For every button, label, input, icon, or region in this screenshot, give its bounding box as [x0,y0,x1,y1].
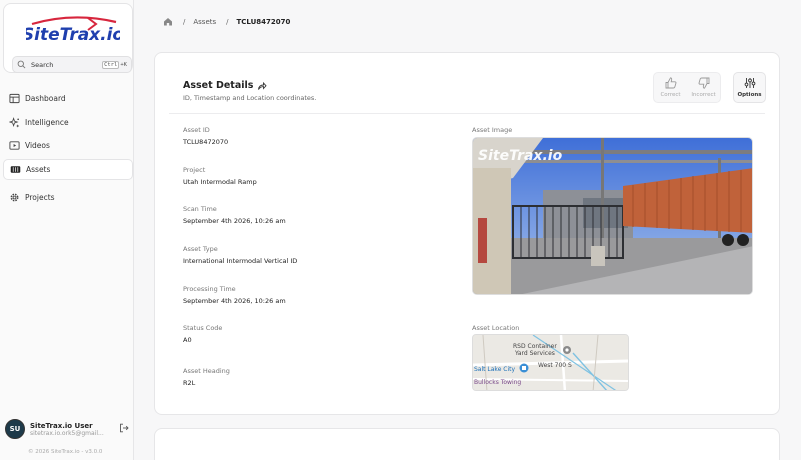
incorrect-button[interactable]: Incorrect [687,73,720,102]
field-value: Utah Intermodal Ramp [183,178,257,186]
map-place-name: RSD Container [513,343,557,350]
asset-image-label: Asset Image [472,126,513,134]
divider [169,113,765,114]
breadcrumb-assets[interactable]: Assets [193,18,216,26]
card-title-text: Asset Details [183,80,254,91]
field-asset-type: Asset Type International Intermodal Vert… [183,245,297,265]
field-label: Processing Time [183,285,236,293]
sidebar-item-label: Intelligence [25,117,69,127]
breadcrumb: / Assets / TCLU8472070 [163,17,290,26]
field-label: Scan Time [183,205,217,213]
map-business: Bullocks Towing [474,379,522,386]
asset-image[interactable]: SiteTrax.io [472,137,753,295]
field-value: R2L [183,379,196,387]
field-scan-time: Scan Time September 4th 2026, 10:26 am [183,205,286,225]
field-project: Project Utah Intermodal Ramp [183,166,257,186]
search-icon [17,60,26,69]
user-email: sitetrax.io.ork5@gmail... [30,429,104,437]
sidebar: SiteTrax.io Search Ctrl +K Dashboard Int… [0,0,134,460]
gear-icon [10,193,19,202]
field-label: Project [183,166,206,174]
sidebar-item-label: Dashboard [25,94,66,103]
thumbs-up-icon [665,77,676,89]
correct-button[interactable]: Correct [654,73,687,102]
breadcrumb-current: TCLU8472070 [236,17,291,26]
search-label: Search [31,60,54,69]
user-info: SiteTrax.io User sitetrax.io.ork5@gmail.… [30,422,106,437]
video-icon [9,141,20,150]
options-button[interactable]: Options [733,72,766,103]
location-map[interactable]: RSD Container Yard Services West 700 S S… [472,334,629,391]
field-processing-time: Processing Time September 4th 2026, 10:2… [183,285,286,305]
logo-box: SiteTrax.io Search Ctrl +K [3,3,133,73]
sidebar-item-videos[interactable]: Videos [3,135,133,156]
map-place-name-2: Yard Services [515,350,555,357]
correct-label: Correct [660,92,681,98]
field-value: TCLU8472070 [183,138,229,146]
container-icon [10,165,21,173]
card-title: Asset Details [183,80,268,91]
asset-photo: SiteTrax.io [473,138,752,294]
sidebar-item-label: Assets [26,164,51,174]
field-label: Status Code [183,324,223,332]
feedback-group: Correct Incorrect [653,72,721,103]
dashboard-icon [9,93,20,104]
logout-icon[interactable] [119,423,129,433]
logo-text: SiteTrax.io [26,25,120,45]
field-value: International Intermodal Vertical ID [183,257,298,265]
sidebar-item-intelligence[interactable]: Intelligence [3,112,133,133]
search-input[interactable]: Search Ctrl +K [12,56,132,73]
secondary-card [154,428,780,460]
field-label: Asset Type [183,245,218,253]
share-icon[interactable] [257,81,268,91]
sitetrax-logo[interactable]: SiteTrax.io [26,14,120,48]
sparkles-icon [9,116,20,128]
home-icon[interactable] [163,17,173,26]
field-value: September 4th 2026, 10:26 am [183,297,286,305]
sidebar-item-dashboard[interactable]: Dashboard [3,88,133,109]
field-asset-id: Asset ID TCLU8472070 [183,126,228,146]
shortcut-k: +K [120,61,127,68]
asset-details-card: Asset Details ID, Timestamp and Location… [154,52,780,415]
search-shortcut: Ctrl +K [102,60,127,69]
breadcrumb-separator: / [226,17,229,26]
breadcrumb-separator: / [183,17,186,26]
avatar[interactable]: SU [5,419,25,439]
field-label: Asset Heading [183,367,230,375]
options-label: Options [737,92,762,98]
map-city: Salt Lake City [474,366,516,373]
incorrect-label: Incorrect [691,92,716,98]
sidebar-item-projects[interactable]: Projects [3,187,133,208]
map-street: West 700 S [538,362,572,369]
field-value: September 4th 2026, 10:26 am [183,217,286,225]
copyright: © 2026 SiteTrax.io - v3.0.0 [28,449,103,455]
user-profile[interactable]: SU SiteTrax.io User sitetrax.io.ork5@gma… [5,418,129,440]
shortcut-ctrl: Ctrl [102,60,120,69]
user-name: SiteTrax.io User [30,421,93,430]
sidebar-item-label: Videos [25,141,50,150]
sidebar-nav: Dashboard Intelligence Videos Assets Pro… [3,88,133,211]
sliders-icon [744,78,755,88]
field-status-code: Status Code A0 [183,324,222,344]
card-subtitle: ID, Timestamp and Location coordinates. [183,94,317,102]
sidebar-item-label: Projects [25,193,55,202]
sidebar-item-assets[interactable]: Assets [3,158,133,180]
field-value: A0 [183,336,192,344]
thumbs-down-icon [698,77,709,89]
field-asset-heading: Asset Heading R2L [183,367,230,387]
field-label: Asset ID [183,126,210,134]
image-watermark: SiteTrax.io [478,148,563,164]
main-content: / Assets / TCLU8472070 Asset Details ID,… [138,0,801,460]
asset-location-label: Asset Location [472,324,520,332]
